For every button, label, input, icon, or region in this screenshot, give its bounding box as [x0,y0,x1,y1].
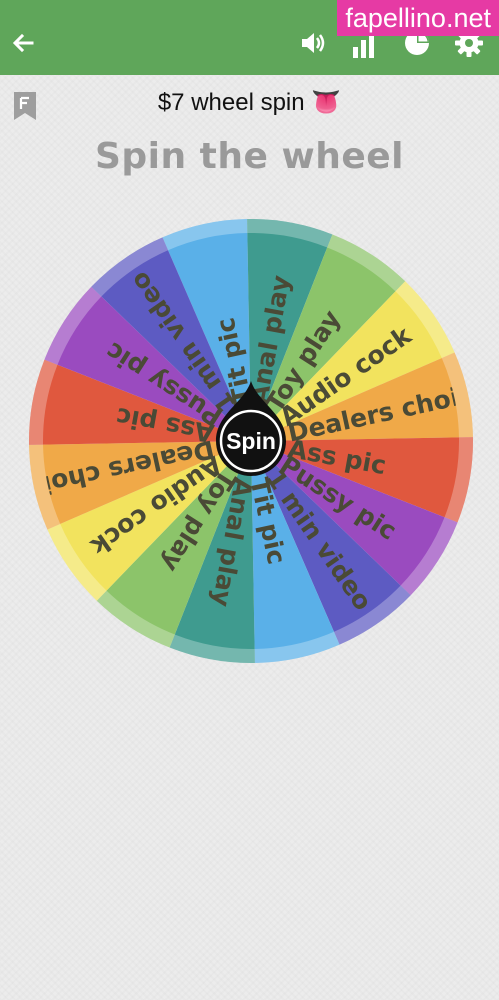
wheel-graphic: Tit picAnal playToy playAudio cockDealer… [29,219,473,663]
speaker-icon [302,33,325,53]
page-heading: Spin the wheel [94,136,405,177]
watermark: fapellino.net [337,0,499,36]
wheel-title: $7 wheel spin 👅 [157,89,342,116]
sound-button[interactable] [296,26,330,60]
spin-label: Spin [226,428,276,454]
back-button[interactable] [6,26,40,60]
arrow-left-icon [12,33,34,53]
spin-wheel[interactable]: Tit pic Anal play Toy play Audio cock Dealer… [28,218,474,664]
